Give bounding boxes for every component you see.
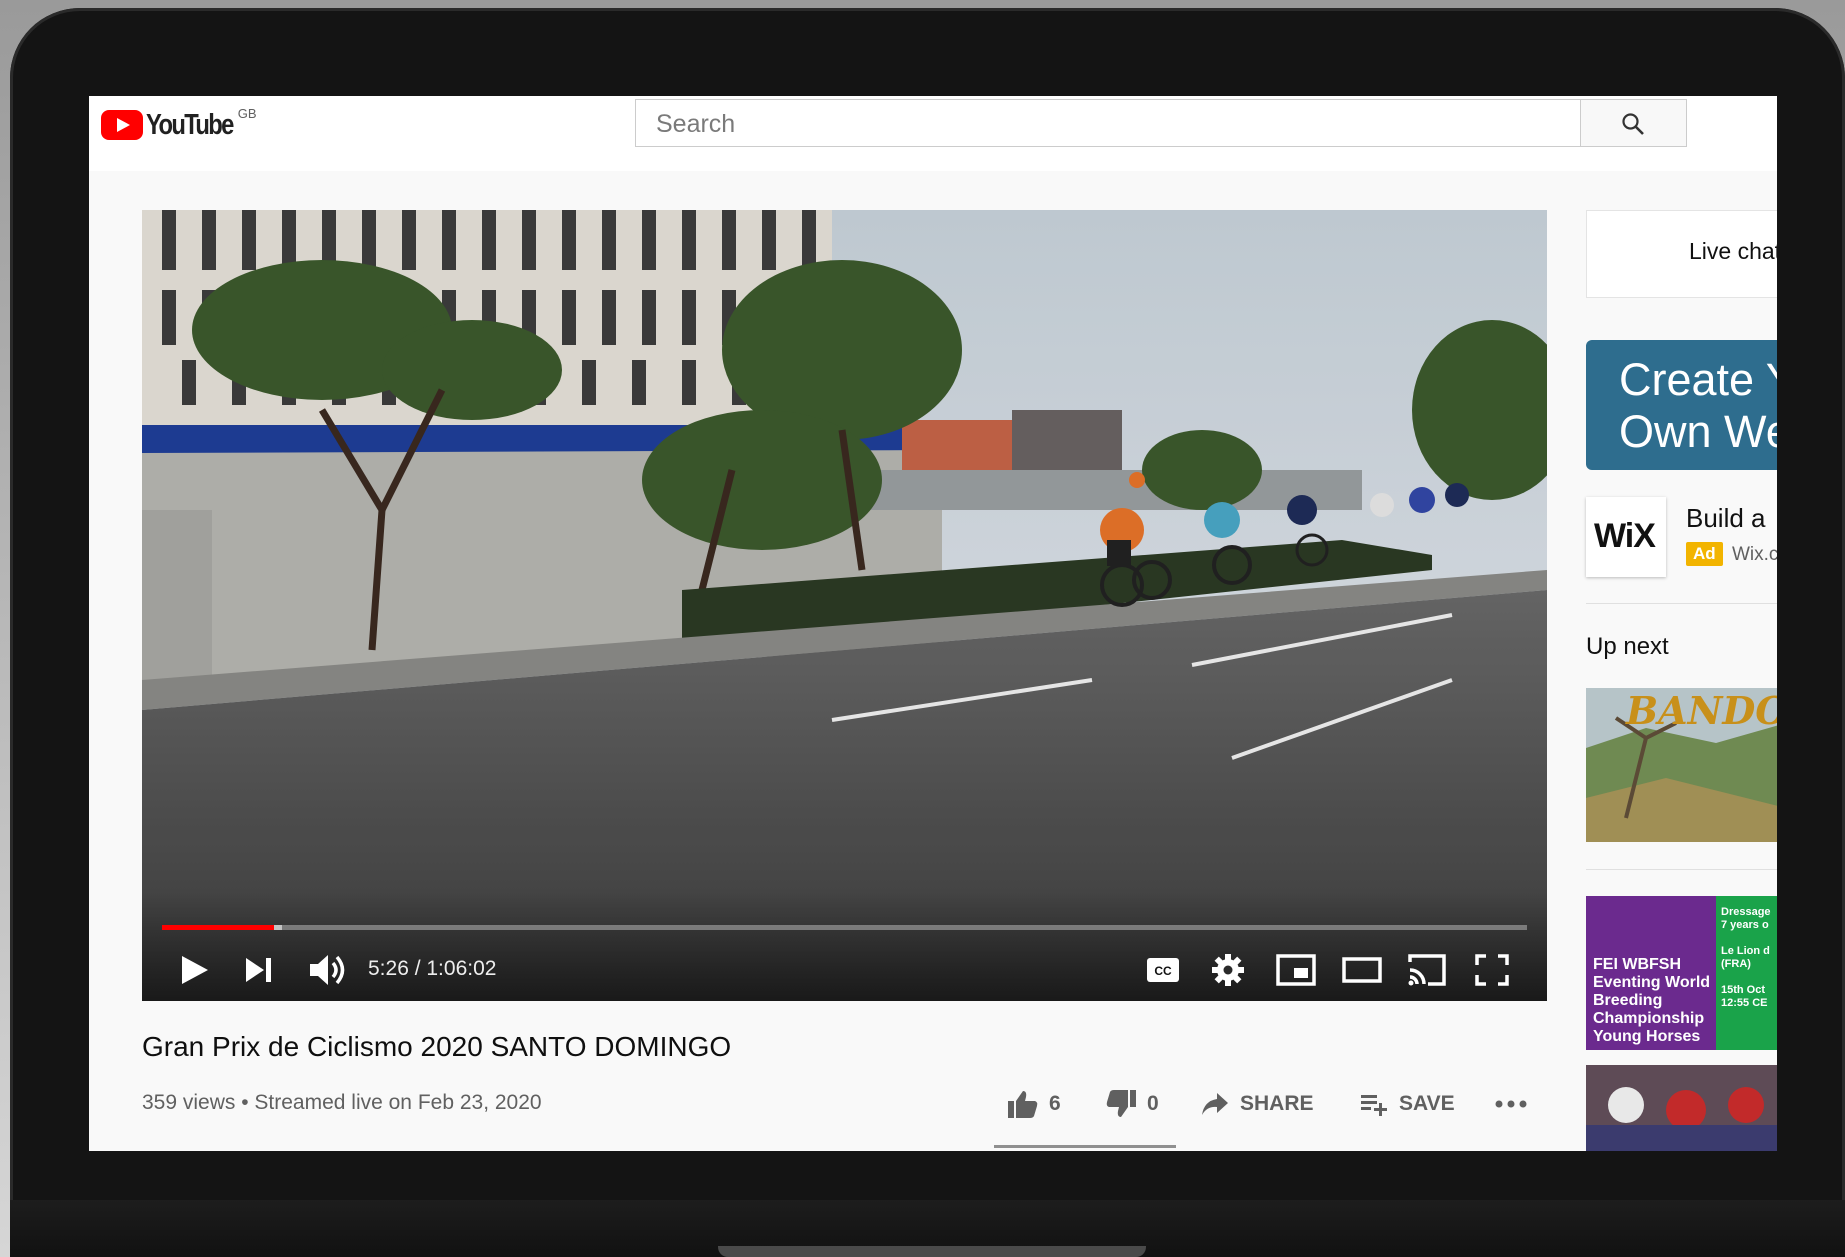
captions-button[interactable]: CC [1145, 948, 1181, 992]
video-player[interactable]: 5:26 / 1:06:02 CC [142, 210, 1547, 1001]
search-icon [1622, 113, 1644, 135]
controls-gradient [142, 891, 1547, 1001]
up-next-thumbnail[interactable]: FEI WBFSH Eventing World Breeding Champions… [1586, 896, 1777, 1050]
save-label: SAVE [1399, 1092, 1455, 1115]
skip-next-icon [246, 958, 271, 982]
thumbs-down-icon [1106, 1090, 1136, 1117]
miniplayer-icon [1276, 954, 1316, 986]
cast-icon [1408, 954, 1446, 986]
thumbnail-side-line: Dressage [1721, 906, 1771, 918]
up-next-thumbnail[interactable] [1586, 1065, 1777, 1151]
dislike-button[interactable]: 0 [1105, 1084, 1159, 1124]
search-input[interactable] [636, 100, 1558, 148]
play-icon [182, 956, 208, 984]
video-frame [142, 210, 1547, 1001]
thumbnail-side-line: Le Lion d [1721, 945, 1770, 957]
save-button[interactable]: SAVE [1359, 1084, 1455, 1124]
thumbs-up-icon [1008, 1091, 1038, 1118]
video-meta: 359 views • Streamed live on Feb 23, 202… [142, 1091, 542, 1114]
like-count: 6 [1049, 1092, 1061, 1115]
ad-banner-line-2: Own We [1619, 406, 1777, 457]
progress-bar[interactable] [162, 925, 1527, 930]
share-label: SHARE [1240, 1092, 1314, 1115]
play-button[interactable] [176, 948, 212, 992]
top-bar: YouTube GB [89, 96, 1777, 171]
thumbnail-image [1586, 1065, 1777, 1151]
thumbnail-title-line: Breeding [1593, 992, 1663, 1009]
thumbnail-title-line: Young Horses [1593, 1028, 1701, 1045]
sidebar-divider [1586, 603, 1777, 604]
youtube-logo[interactable]: YouTube GB [101, 106, 257, 142]
search-button[interactable] [1581, 99, 1687, 147]
ad-banner-line-1: Create Y [1619, 354, 1777, 405]
video-title: Gran Prix de Ciclismo 2020 SANTO DOMINGO [142, 1031, 732, 1062]
advertiser-logo-text: WiX [1594, 517, 1656, 555]
share-button[interactable]: SHARE [1200, 1084, 1314, 1124]
like-button[interactable]: 6 [1007, 1084, 1061, 1124]
thumbnail-side-line: (FRA) [1721, 958, 1751, 970]
share-arrow-icon [1202, 1093, 1228, 1115]
thumbnail-title-line: FEI WBFSH [1593, 956, 1681, 973]
dislike-count: 0 [1147, 1092, 1159, 1115]
live-chat-panel[interactable]: Live chat [1586, 210, 1777, 298]
miniplayer-button[interactable] [1275, 948, 1317, 992]
thumbnail-title-line: Eventing World [1593, 974, 1711, 991]
volume-button[interactable] [308, 948, 348, 992]
more-actions-button[interactable] [1494, 1084, 1528, 1124]
gear-icon [1212, 954, 1244, 986]
volume-icon [310, 955, 345, 985]
ad-title[interactable]: Build a [1686, 503, 1766, 534]
theater-mode-icon [1342, 957, 1382, 983]
fullscreen-button[interactable] [1474, 948, 1510, 992]
thumbnail-side-line: 7 years o [1721, 919, 1769, 931]
time-display: 5:26 / 1:06:02 [368, 957, 497, 980]
closed-captions-icon: CC [1147, 958, 1179, 982]
playlist-add-icon [1361, 1095, 1387, 1116]
actions-underline [994, 1145, 1176, 1148]
search-box [635, 99, 1581, 148]
more-horiz-icon [1495, 1100, 1527, 1108]
theater-mode-button[interactable] [1341, 948, 1383, 992]
thumbnail-side-text: Dressage 7 years o Le Lion d (FRA) 15th Oc… [1721, 906, 1771, 1010]
next-button[interactable] [242, 948, 278, 992]
sidebar-divider [1586, 869, 1777, 870]
settings-button[interactable] [1210, 948, 1246, 992]
ad-badge: Ad [1686, 542, 1723, 566]
country-code: GB [237, 106, 257, 121]
laptop-hinge [718, 1246, 1146, 1257]
progress-played [162, 925, 274, 930]
thumbnail-side-line [1721, 971, 1771, 984]
cast-button[interactable] [1406, 948, 1448, 992]
thumbnail-title-line: Championship [1593, 1010, 1705, 1027]
up-next-heading: Up next [1586, 633, 1669, 660]
ad-domain: Wix.c [1732, 544, 1777, 565]
thumbnail-side-line: 15th Oct [1721, 984, 1766, 996]
thumbnail-title: FEI WBFSH Eventing World Breeding Champions… [1593, 956, 1710, 1046]
advertiser-logo[interactable]: WiX [1586, 497, 1666, 577]
ad-banner[interactable]: Create Y Own We [1586, 340, 1777, 470]
logo-text: YouTube [146, 109, 234, 141]
screen: YouTube GB Search 5:26 / 1:06:02 CC Gran… [89, 96, 1777, 1151]
thumbnail-side-line [1721, 932, 1771, 945]
youtube-play-icon [101, 110, 143, 140]
thumbnail-side-line: 12:55 CE [1721, 997, 1768, 1009]
svg-text:CC: CC [1154, 964, 1172, 978]
up-next-thumbnail[interactable]: BANDOLE [1586, 688, 1777, 842]
thumbnail-title: BANDOLE [1626, 688, 1777, 733]
live-chat-label: Live chat [1689, 238, 1777, 264]
fullscreen-icon [1475, 954, 1509, 986]
